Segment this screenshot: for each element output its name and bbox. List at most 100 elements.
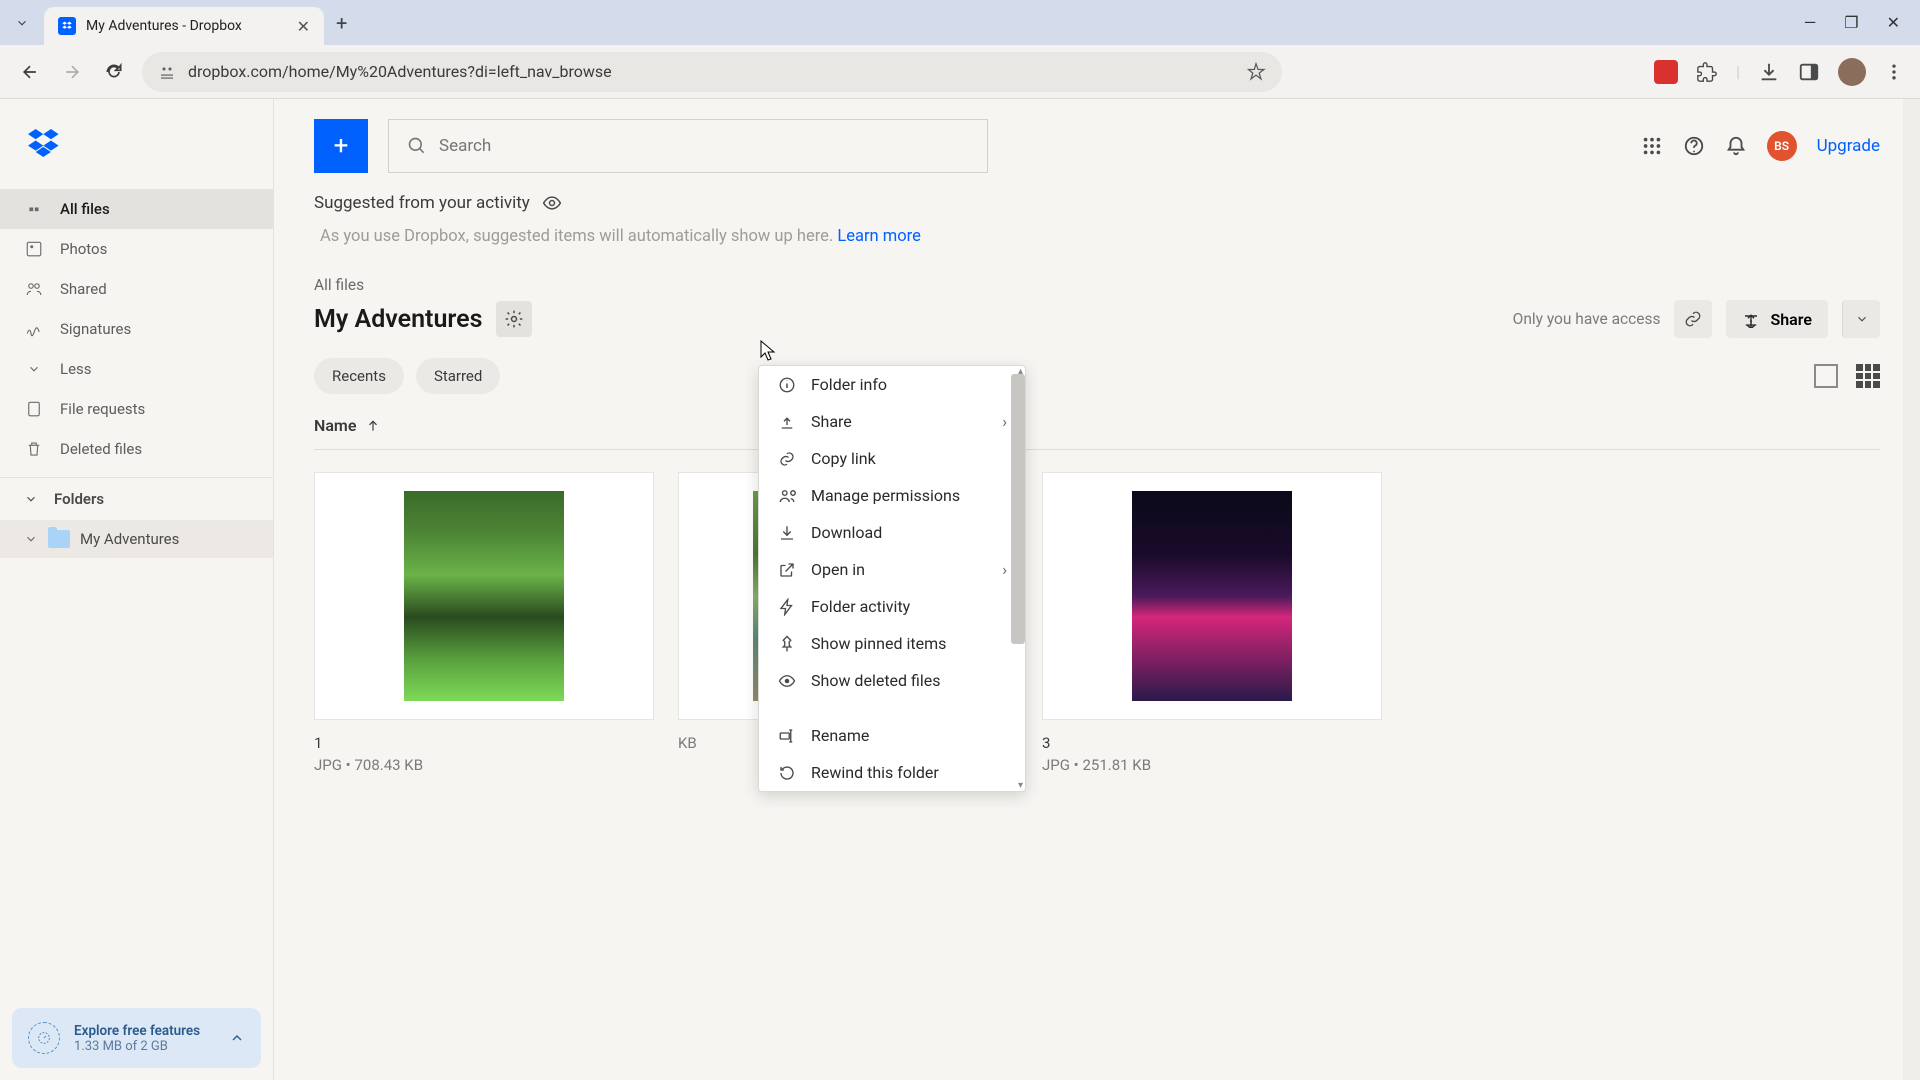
file-thumbnail [314, 472, 654, 720]
tab-close-icon[interactable]: ✕ [297, 17, 310, 36]
search-box[interactable] [388, 119, 988, 173]
dropbox-favicon-icon [58, 17, 76, 35]
menu-folder-activity[interactable]: Folder activity [759, 588, 1025, 625]
suggested-label: Suggested from your activity [314, 193, 530, 213]
column-header-name[interactable]: Name [314, 416, 1880, 450]
explore-features-box[interactable]: Explore free features 1.33 MB of 2 GB [12, 1008, 261, 1068]
explore-storage: 1.33 MB of 2 GB [74, 1039, 215, 1054]
downloads-icon[interactable] [1758, 61, 1780, 83]
grid-view-toggle[interactable] [1856, 364, 1880, 388]
browser-tab[interactable]: My Adventures - Dropbox ✕ [44, 7, 324, 45]
scroll-down-icon[interactable]: ▾ [1018, 780, 1023, 791]
url-box[interactable]: dropbox.com/home/My%20Adventures?di=left… [142, 52, 1282, 92]
filter-recents[interactable]: Recents [314, 358, 404, 394]
side-panel-icon[interactable] [1798, 61, 1820, 83]
menu-scrollbar[interactable] [1011, 374, 1025, 644]
sidebar-item-all-files[interactable]: ▪▪All files [0, 189, 273, 229]
share-button[interactable]: Share [1726, 300, 1828, 338]
file-card[interactable]: 3 JPG • 251.81 KB [1042, 472, 1382, 774]
eye-icon[interactable] [542, 193, 562, 213]
help-icon[interactable] [1683, 135, 1705, 157]
apps-grid-icon[interactable] [1641, 135, 1663, 157]
sidebar-item-label: Deleted files [60, 440, 142, 458]
user-avatar[interactable]: BS [1767, 131, 1797, 161]
explore-title: Explore free features [74, 1023, 215, 1039]
topbar-right: BS Upgrade [1641, 131, 1880, 161]
site-settings-icon[interactable] [158, 63, 176, 81]
sidebar: ▪▪All files Photos Shared Signatures Les… [0, 99, 274, 1080]
sidebar-item-shared[interactable]: Shared [0, 269, 273, 309]
file-requests-icon [24, 400, 44, 418]
menu-download[interactable]: Download [759, 514, 1025, 551]
search-input[interactable] [439, 136, 969, 156]
chevron-down-icon [24, 532, 38, 546]
main-scrollbar[interactable] [1903, 99, 1920, 1080]
dropbox-logo-icon [28, 128, 64, 160]
menu-label: Show pinned items [811, 634, 946, 653]
sidebar-item-label: Less [60, 360, 92, 378]
tab-search-dropdown[interactable] [8, 9, 36, 37]
arrow-right-icon [62, 62, 82, 82]
share-icon [777, 413, 797, 431]
menu-folder-info[interactable]: Folder info [759, 366, 1025, 403]
notifications-icon[interactable] [1725, 135, 1747, 157]
reload-button[interactable] [100, 58, 128, 86]
file-name: 3 [1042, 734, 1382, 752]
scroll-up-icon[interactable]: ▴ [1018, 366, 1023, 377]
chrome-menu-icon[interactable] [1884, 62, 1904, 82]
address-bar: dropbox.com/home/My%20Adventures?di=left… [0, 45, 1920, 99]
bookmark-star-icon[interactable] [1246, 62, 1266, 82]
sidebar-folder-item[interactable]: My Adventures [0, 520, 273, 558]
list-view-toggle[interactable] [1814, 364, 1838, 388]
new-tab-button[interactable]: + [336, 11, 347, 35]
menu-show-deleted[interactable]: Show deleted files [759, 662, 1025, 699]
folder-context-menu: ▴ Folder info Share› Copy link Manage pe… [758, 365, 1026, 792]
menu-label: Download [811, 523, 882, 542]
logo-area[interactable] [0, 99, 273, 189]
menu-rewind-folder[interactable]: Rewind this folder [759, 754, 1025, 791]
menu-label: Copy link [811, 449, 876, 468]
storage-gauge-icon [28, 1022, 60, 1054]
sidebar-item-signatures[interactable]: Signatures [0, 309, 273, 349]
breadcrumb[interactable]: All files [314, 276, 1880, 294]
photos-icon [24, 240, 44, 258]
menu-copy-link[interactable]: Copy link [759, 440, 1025, 477]
file-card[interactable]: 1 JPG • 708.43 KB [314, 472, 654, 774]
file-thumbnail [1042, 472, 1382, 720]
chrome-profile-avatar[interactable] [1838, 58, 1866, 86]
sidebar-item-deleted-files[interactable]: Deleted files [0, 429, 273, 469]
file-meta: JPG • 708.43 KB [314, 756, 654, 774]
menu-label: Manage permissions [811, 486, 960, 505]
maximize-icon[interactable]: ❐ [1844, 13, 1858, 32]
upgrade-link[interactable]: Upgrade [1817, 136, 1880, 156]
menu-rename[interactable]: Rename [759, 717, 1025, 754]
chevron-up-icon[interactable] [229, 1030, 245, 1046]
folder-header: My Adventures Only you have access Share [314, 300, 1880, 338]
menu-show-pinned[interactable]: Show pinned items [759, 625, 1025, 662]
learn-more-link[interactable]: Learn more [837, 227, 920, 246]
back-button[interactable] [16, 58, 44, 86]
forward-button[interactable] [58, 58, 86, 86]
explore-text: Explore free features 1.33 MB of 2 GB [74, 1023, 215, 1054]
sidebar-item-photos[interactable]: Photos [0, 229, 273, 269]
minimize-icon[interactable]: — [1804, 13, 1817, 32]
search-icon [407, 136, 427, 156]
sidebar-item-less[interactable]: Less [0, 349, 273, 389]
copy-link-button[interactable] [1674, 300, 1712, 338]
eye-icon [777, 672, 797, 690]
share-dropdown-button[interactable] [1842, 300, 1880, 338]
folders-section-header[interactable]: Folders [0, 477, 273, 520]
filter-starred[interactable]: Starred [416, 358, 500, 394]
sort-arrow-up-icon [366, 419, 380, 433]
extension-ublock-icon[interactable] [1654, 60, 1678, 84]
menu-share[interactable]: Share› [759, 403, 1025, 440]
sidebar-item-file-requests[interactable]: File requests [0, 389, 273, 429]
menu-manage-permissions[interactable]: Manage permissions [759, 477, 1025, 514]
create-button[interactable]: + [314, 119, 368, 173]
folder-settings-button[interactable] [496, 301, 532, 337]
close-window-icon[interactable]: ✕ [1887, 13, 1900, 32]
sidebar-footer: Explore free features 1.33 MB of 2 GB [0, 996, 273, 1080]
menu-open-in[interactable]: Open in› [759, 551, 1025, 588]
people-icon [777, 487, 797, 505]
extensions-icon[interactable] [1696, 61, 1718, 83]
